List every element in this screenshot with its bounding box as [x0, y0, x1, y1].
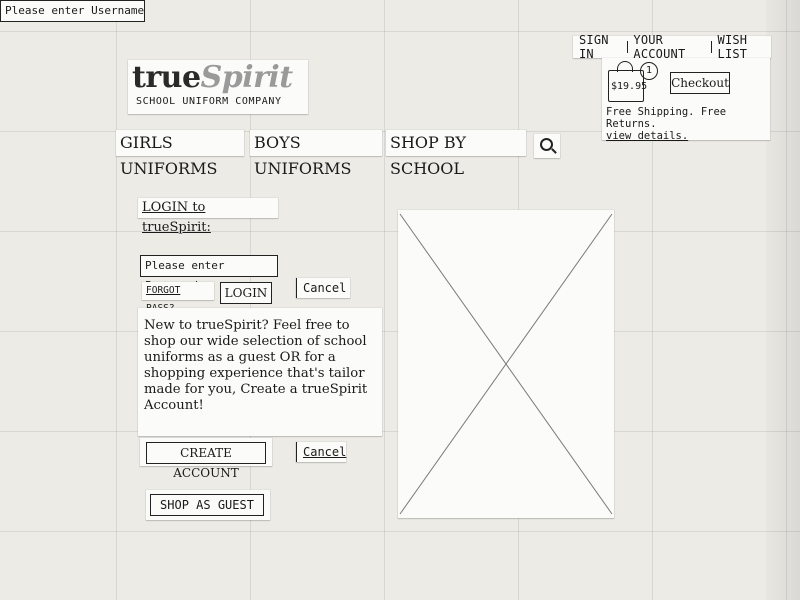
- create-cancel-label: Cancel: [303, 445, 347, 459]
- checkout-button[interactable]: Checkout: [670, 72, 730, 94]
- login-cancel-button[interactable]: Cancel: [296, 278, 350, 298]
- shopping-bag-icon[interactable]: $19.95: [608, 61, 648, 102]
- logo-word-true: true: [132, 60, 201, 95]
- shipping-info: Free Shipping. Free Returns. view detail…: [606, 106, 772, 142]
- cart-panel: $19.95 1 Checkout Free Shipping. Free Re…: [602, 58, 772, 142]
- cart-total: $19.95: [611, 81, 648, 92]
- create-account-button[interactable]: CREATE ACCOUNT: [146, 442, 266, 480]
- view-details-link[interactable]: view details.: [606, 130, 688, 142]
- top-links: SIGN IN YOUR ACCOUNT WISH LIST: [573, 33, 771, 61]
- nav-shop-by-school[interactable]: SHOP BY SCHOOL: [386, 130, 526, 178]
- placeholder-x-icon: [399, 213, 613, 515]
- nav-girls-uniforms[interactable]: GIRLS UNIFORMS: [116, 130, 244, 178]
- search-icon: [540, 138, 553, 151]
- login-heading: LOGIN to trueSpirit:: [138, 198, 278, 235]
- username-field[interactable]: Please enter Username: [0, 0, 146, 22]
- password-field[interactable]: Please enter Password: [140, 255, 278, 292]
- create-account-card: CREATE ACCOUNT: [140, 438, 272, 480]
- logo-wordmark: trueSpirit: [132, 60, 293, 95]
- divider: [710, 41, 712, 53]
- logo-tagline: SCHOOL UNIFORM COMPANY: [136, 96, 282, 107]
- create-cancel-button[interactable]: Cancel: [296, 442, 346, 462]
- logo[interactable]: trueSpirit SCHOOL UNIFORM COMPANY: [128, 60, 308, 114]
- shop-as-guest-button[interactable]: SHOP AS GUEST: [150, 494, 264, 516]
- search-button[interactable]: [534, 134, 560, 158]
- divider: [626, 41, 628, 53]
- wish-list-link[interactable]: WISH LIST: [718, 33, 771, 61]
- shipping-text: Free Shipping. Free Returns.: [606, 106, 727, 130]
- image-placeholder: [398, 210, 614, 518]
- forgot-password-link[interactable]: FORGOT PASS?: [142, 282, 214, 314]
- guest-message: New to trueSpirit? Feel free to shop our…: [138, 308, 382, 436]
- login-button[interactable]: LOGIN: [220, 282, 272, 304]
- nav-boys-uniforms[interactable]: BOYS UNIFORMS: [250, 130, 382, 178]
- cart-count-badge: 1: [640, 62, 658, 80]
- your-account-link[interactable]: YOUR ACCOUNT: [633, 33, 704, 61]
- sign-in-link[interactable]: SIGN IN: [579, 33, 621, 61]
- shop-as-guest-card: SHOP AS GUEST: [146, 490, 270, 520]
- logo-word-spirit: Spirit: [200, 60, 294, 95]
